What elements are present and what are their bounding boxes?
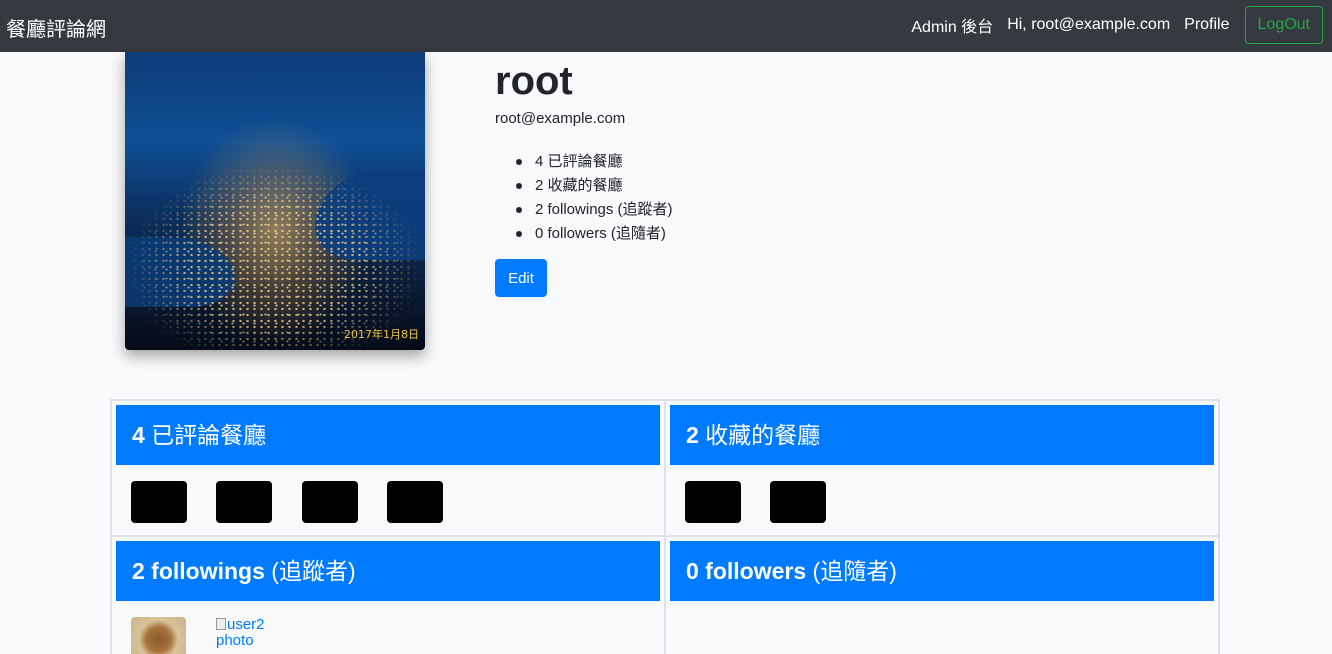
favorited-label: 收藏的餐廳 xyxy=(698,422,821,448)
followings-label: followings xyxy=(144,558,265,584)
favorited-restaurant-thumbnail[interactable] xyxy=(685,481,741,523)
commented-count: 4 xyxy=(132,422,145,448)
grid-divider-horizontal xyxy=(110,535,1220,537)
followings-header: 2 followings (追蹤者) xyxy=(116,541,660,601)
favorited-restaurants-header: 2 收藏的餐廳 xyxy=(670,405,1214,465)
profile-stats-list: 4 已評論餐廳 2 收藏的餐廳 2 followings (追蹤者) 0 fol… xyxy=(495,150,673,246)
commented-restaurant-thumbnail[interactable] xyxy=(131,481,187,523)
navbar: 餐廳評論網 Admin 後台 Hi, root@example.com Prof… xyxy=(0,0,1332,52)
following-user2-photo-link[interactable]: user2 photo xyxy=(216,617,286,649)
stat-commented: 4 已評論餐廳 xyxy=(495,150,673,174)
followers-count: 0 xyxy=(686,558,699,584)
stat-favorited: 2 收藏的餐廳 xyxy=(495,174,673,198)
profile-link[interactable]: Profile xyxy=(1184,16,1229,34)
commented-label: 已評論餐廳 xyxy=(144,422,267,448)
followings-count: 2 xyxy=(132,558,145,584)
brand-link[interactable]: 餐廳評論網 xyxy=(6,13,106,42)
favorited-count: 2 xyxy=(686,422,699,448)
followers-label: followers xyxy=(698,558,807,584)
photo-city-lights xyxy=(125,162,425,350)
edit-profile-button[interactable]: Edit xyxy=(495,259,547,297)
followings-suffix: (追蹤者) xyxy=(264,558,356,584)
nav-right: Admin 後台 Hi, root@example.com Profile Lo… xyxy=(911,6,1323,44)
commented-restaurant-thumbnail[interactable] xyxy=(387,481,443,523)
following-user-avatar[interactable] xyxy=(131,617,186,654)
profile-email: root@example.com xyxy=(495,110,626,127)
logout-button[interactable]: LogOut xyxy=(1244,6,1323,44)
commented-restaurants-header: 4 已評論餐廳 xyxy=(116,405,660,465)
stat-followings: 2 followings (追蹤者) xyxy=(495,198,673,222)
followers-suffix: (追隨者) xyxy=(806,558,897,584)
profile-photo: 2017年1月8日 xyxy=(125,52,425,350)
photo-date-stamp: 2017年1月8日 xyxy=(344,328,419,341)
stat-followers: 0 followers (追隨者) xyxy=(495,222,673,246)
favorited-restaurant-thumbnail[interactable] xyxy=(770,481,826,523)
admin-link[interactable]: Admin 後台 xyxy=(911,13,993,37)
commented-restaurant-thumbnail[interactable] xyxy=(302,481,358,523)
user-greeting-link[interactable]: Hi, root@example.com xyxy=(1007,16,1170,34)
broken-image-icon xyxy=(216,618,226,630)
followers-header: 0 followers (追隨者) xyxy=(670,541,1214,601)
profile-username: root xyxy=(495,59,573,103)
commented-restaurant-thumbnail[interactable] xyxy=(216,481,272,523)
grid-divider-vertical xyxy=(664,399,666,654)
